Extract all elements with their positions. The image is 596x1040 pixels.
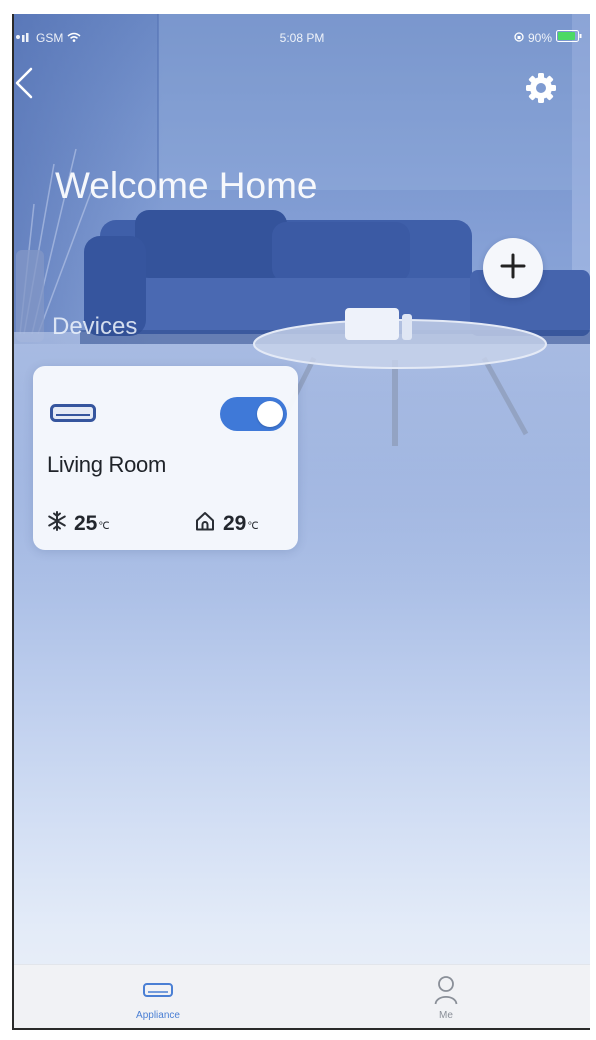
device-card[interactable]: Living Room 25 ℃ 29 ℃ xyxy=(33,366,298,550)
sofa-cushion-right xyxy=(272,222,410,282)
set-temperature-value: 25 xyxy=(74,511,98,535)
status-right: 90% xyxy=(514,30,582,46)
power-toggle[interactable] xyxy=(220,397,287,431)
battery-percent: 90% xyxy=(527,31,552,45)
orientation-lock-icon xyxy=(514,30,524,46)
status-time: 5:08 PM xyxy=(279,31,325,45)
device-name: Living Room xyxy=(47,452,166,477)
set-temperature-unit: ℃ xyxy=(98,520,110,532)
table-top xyxy=(253,319,547,369)
tab-bar: Appliance Me xyxy=(14,964,590,1028)
air-conditioner-icon xyxy=(143,975,173,1005)
table-bottle xyxy=(402,314,412,340)
set-temperature: 25 ℃ xyxy=(47,510,110,536)
chevron-left-icon xyxy=(14,67,34,104)
indoor-temperature-value: 29 xyxy=(223,511,247,535)
home-icon xyxy=(194,510,216,537)
table-box xyxy=(345,308,399,340)
page: GSM 5:08 PM 90% Welcome Home Devices Liv… xyxy=(0,0,596,1040)
indoor-temperature-unit: ℃ xyxy=(247,520,259,532)
tab-appliance-label: Appliance xyxy=(136,1010,180,1021)
battery-icon xyxy=(556,30,582,46)
gear-icon xyxy=(525,73,557,108)
tab-appliance[interactable]: Appliance xyxy=(14,965,302,1028)
tab-me-label: Me xyxy=(439,1010,453,1021)
phone-screen: GSM 5:08 PM 90% Welcome Home Devices Liv… xyxy=(12,14,590,1030)
snowflake-icon xyxy=(47,510,67,536)
back-button[interactable] xyxy=(14,66,34,100)
person-icon xyxy=(433,975,459,1005)
status-bar: GSM 5:08 PM 90% xyxy=(14,28,590,48)
air-conditioner-icon xyxy=(50,404,96,422)
tab-me[interactable]: Me xyxy=(302,965,590,1028)
devices-section-title: Devices xyxy=(52,313,138,340)
vase xyxy=(16,250,44,342)
sofa-cushion-left xyxy=(135,210,287,278)
indoor-temperature: 29 ℃ xyxy=(194,511,259,535)
window-frame xyxy=(572,14,590,284)
plus-icon xyxy=(499,252,527,285)
add-device-button[interactable] xyxy=(483,238,543,298)
toggle-knob xyxy=(257,401,283,427)
settings-button[interactable] xyxy=(525,72,557,104)
page-title: Welcome Home xyxy=(55,165,318,206)
